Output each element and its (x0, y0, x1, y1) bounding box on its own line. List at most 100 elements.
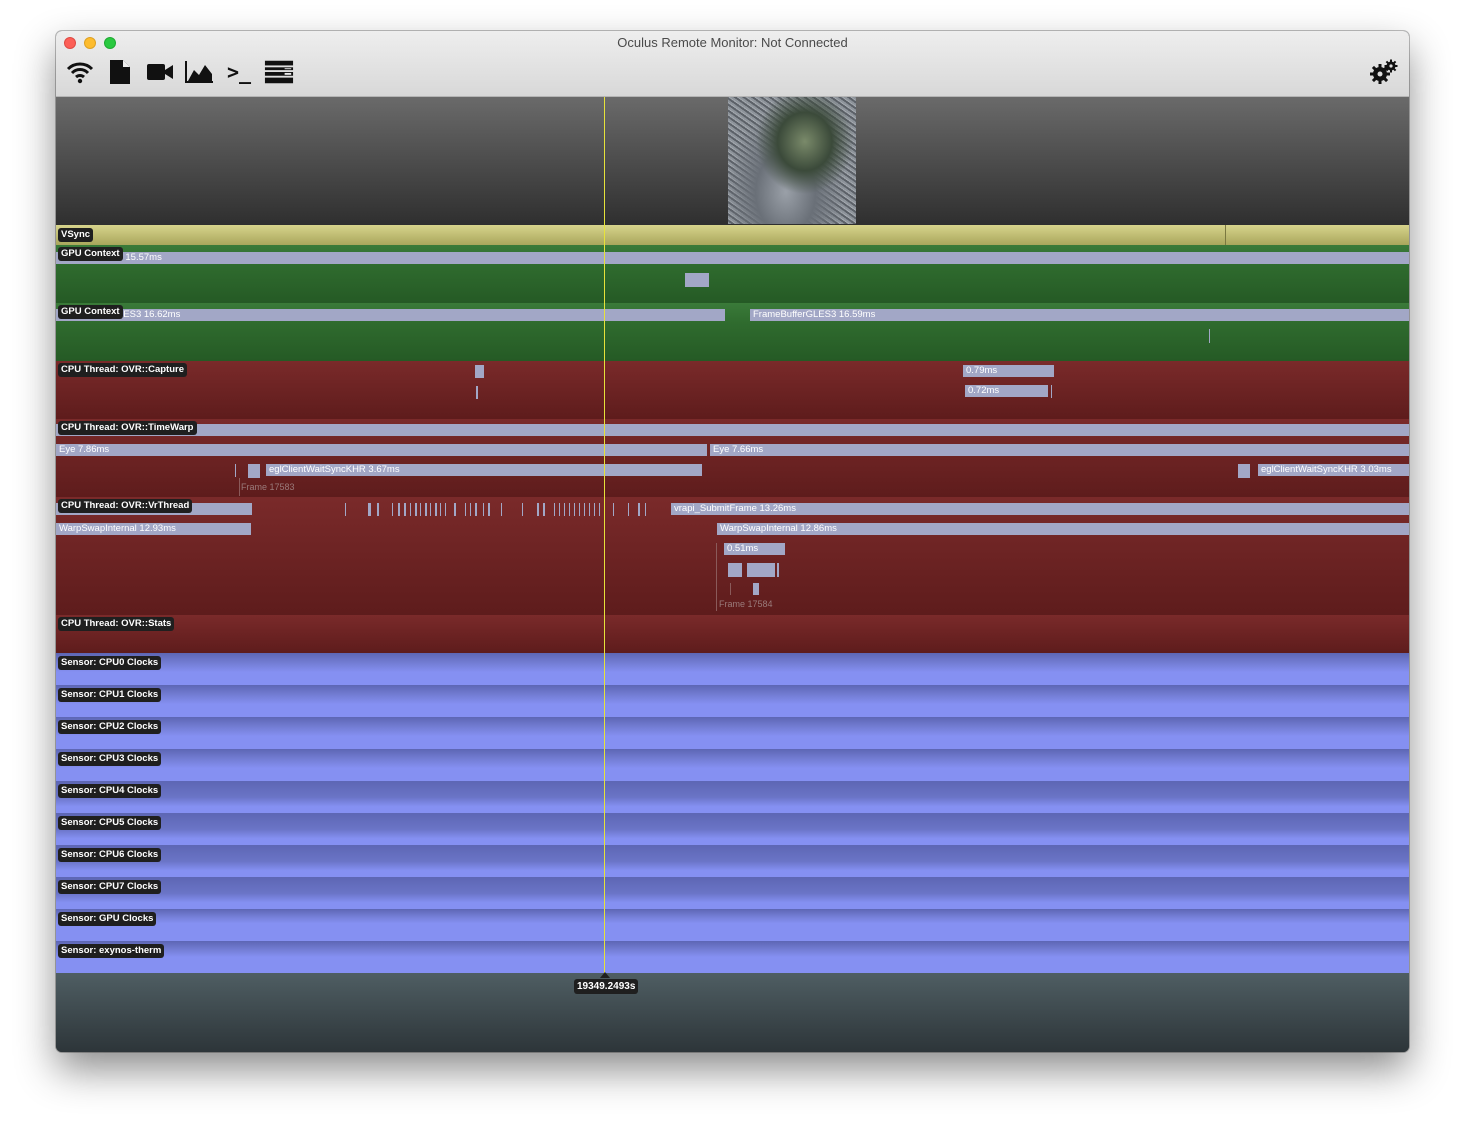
frame-thumbnail[interactable] (728, 97, 856, 224)
track-label-sensor-cpu6: Sensor: CPU6 Clocks (58, 848, 162, 862)
track-label-sensor-cpu2: Sensor: CPU2 Clocks (58, 720, 162, 734)
capture-tick-2 (1051, 385, 1052, 398)
vrthread-block-2[interactable] (747, 563, 775, 577)
gears-icon[interactable] (1369, 58, 1399, 86)
timewarp-tick-1 (235, 464, 236, 477)
track-label-sensor-exynos-therm: Sensor: exynos-therm (58, 944, 165, 958)
track-label-sensor-cpu5: Sensor: CPU5 Clocks (58, 816, 162, 830)
vrthread-block-3[interactable] (753, 583, 759, 595)
gpu-context-1-bar[interactable]: s 15.57ms (56, 252, 1409, 264)
vrthread-tick (415, 503, 417, 516)
track-sensor-cpu2[interactable]: Sensor: CPU2 Clocks (56, 717, 1409, 749)
track-sensor-cpu6[interactable]: Sensor: CPU6 Clocks (56, 845, 1409, 877)
vrthread-tick (470, 503, 471, 516)
list-panel-icon[interactable] (264, 58, 294, 86)
timewarp-small-block-2[interactable] (1238, 464, 1250, 478)
vrthread-tick (398, 503, 400, 516)
track-cpu-stats[interactable]: CPU Thread: OVR::Stats (56, 615, 1409, 653)
vrthread-tick (410, 503, 411, 516)
gpu-context-2-tick (1209, 329, 1210, 343)
vrthread-tick (425, 503, 427, 516)
track-cpu-timewarp[interactable]: CPU Thread: OVR::TimeWarp Eye 7.86ms Eye… (56, 419, 1409, 497)
track-label-sensor-gpu: Sensor: GPU Clocks (58, 912, 157, 926)
track-sensor-cpu5[interactable]: Sensor: CPU5 Clocks (56, 813, 1409, 845)
vrthread-block-1[interactable] (728, 563, 742, 577)
vrthread-frame-label: Frame 17584 (719, 599, 773, 609)
track-sensor-exynos-therm[interactable]: Sensor: exynos-therm (56, 941, 1409, 973)
vrthread-warp-bar-2[interactable]: WarpSwapInternal 12.86ms (717, 523, 1409, 535)
vrthread-tick (589, 503, 590, 516)
vrthread-tick (454, 503, 456, 516)
chart-area-icon[interactable] (184, 58, 214, 86)
wifi-icon[interactable] (65, 58, 95, 86)
vrthread-tick (475, 503, 477, 516)
track-label-sensor-cpu3: Sensor: CPU3 Clocks (58, 752, 162, 766)
timewarp-small-block-1[interactable] (248, 464, 260, 478)
track-label-gpu-context-1: GPU Context (58, 247, 123, 261)
vrthread-tick (345, 503, 346, 516)
timewarp-eye-bar-2[interactable]: Eye 7.66ms (710, 444, 1409, 456)
timewarp-egl-bar-1[interactable]: eglClientWaitSyncKHR 3.67ms (266, 464, 702, 476)
gpu-context-2-bar-2[interactable]: FrameBufferGLES3 16.59ms (750, 309, 1409, 321)
track-cpu-capture[interactable]: CPU Thread: OVR::Capture 0.79ms 0.72ms (56, 361, 1409, 419)
vrthread-tick (440, 503, 441, 516)
track-label-gpu-context-2: GPU Context (58, 305, 123, 319)
vrthread-tick (543, 503, 545, 516)
track-sensor-cpu7[interactable]: Sensor: CPU7 Clocks (56, 877, 1409, 909)
vrthread-tick (377, 503, 379, 516)
vrthread-tick (599, 503, 600, 516)
vrthread-tick (465, 503, 466, 516)
timeline-footer (56, 973, 1409, 1052)
title-bar: Oculus Remote Monitor: Not Connected >_ (56, 31, 1409, 97)
video-camera-icon[interactable] (145, 58, 175, 86)
capture-bar-1[interactable]: 0.79ms (963, 365, 1054, 377)
track-vsync[interactable]: VSync (56, 225, 1409, 245)
vrthread-frame-divider (716, 543, 717, 611)
track-sensor-cpu0[interactable]: Sensor: CPU0 Clocks (56, 653, 1409, 685)
timeline-view[interactable]: VSync GPU Context s 15.57ms GPU Context … (56, 97, 1409, 1052)
vrthread-tick (645, 503, 646, 516)
timewarp-frame-label: Frame 17583 (241, 482, 295, 492)
track-sensor-cpu3[interactable]: Sensor: CPU3 Clocks (56, 749, 1409, 781)
time-cursor-label: 19349.2493s (574, 979, 639, 994)
vrthread-submit-bar[interactable]: vrapi_SubmitFrame 13.26ms (671, 503, 1409, 515)
track-sensor-cpu1[interactable]: Sensor: CPU1 Clocks (56, 685, 1409, 717)
vrthread-tick (435, 503, 437, 516)
vrthread-tick (392, 503, 393, 516)
vrthread-tick (430, 503, 431, 516)
capture-small-tick (476, 386, 478, 399)
track-cpu-vrthread[interactable]: CPU Thread: OVR::VrThread vrapi_SubmitFr… (56, 497, 1409, 615)
terminal-icon[interactable]: >_ (224, 58, 254, 86)
vrthread-tick (564, 503, 565, 516)
capture-bar-2[interactable]: 0.72ms (965, 385, 1048, 397)
capture-small-block-1[interactable] (475, 365, 484, 378)
track-sensor-gpu[interactable]: Sensor: GPU Clocks (56, 909, 1409, 941)
track-sensor-cpu4[interactable]: Sensor: CPU4 Clocks (56, 781, 1409, 813)
app-window: Oculus Remote Monitor: Not Connected >_ … (56, 31, 1409, 1052)
track-label-cpu-timewarp: CPU Thread: OVR::TimeWarp (58, 421, 197, 435)
vrthread-block-tick-2 (730, 583, 731, 595)
vrthread-block-tick (777, 563, 779, 577)
vrthread-tick (522, 503, 523, 516)
timewarp-eye-bar-1[interactable]: Eye 7.86ms (56, 444, 707, 456)
track-label-sensor-cpu1: Sensor: CPU1 Clocks (58, 688, 162, 702)
vrthread-warp-bar-1[interactable]: WarpSwapInternal 12.93ms (56, 523, 251, 535)
track-label-vsync: VSync (58, 228, 94, 242)
time-cursor[interactable] (604, 97, 605, 977)
vrthread-tick (559, 503, 560, 516)
window-title: Oculus Remote Monitor: Not Connected (617, 35, 848, 50)
vrthread-tick (569, 503, 570, 516)
vrthread-tick (594, 503, 595, 516)
vrthread-tick (537, 503, 539, 516)
vrthread-tick (584, 503, 585, 516)
track-gpu-context-2[interactable]: GPU Context LES3 16.62ms FrameBufferGLES… (56, 303, 1409, 361)
document-icon[interactable] (105, 58, 135, 86)
track-label-cpu-stats: CPU Thread: OVR::Stats (58, 617, 175, 631)
track-gpu-context-1[interactable]: GPU Context s 15.57ms (56, 245, 1409, 303)
gpu-context-2-bar-1[interactable]: LES3 16.62ms (56, 309, 725, 321)
gpu-context-1-small-block[interactable] (685, 273, 709, 287)
timewarp-egl-bar-2[interactable]: eglClientWaitSyncKHR 3.03ms (1258, 464, 1409, 476)
timewarp-top-bar[interactable] (56, 424, 1409, 436)
vrthread-small-bar[interactable]: 0.51ms (724, 543, 785, 555)
vrthread-tick (420, 503, 421, 516)
